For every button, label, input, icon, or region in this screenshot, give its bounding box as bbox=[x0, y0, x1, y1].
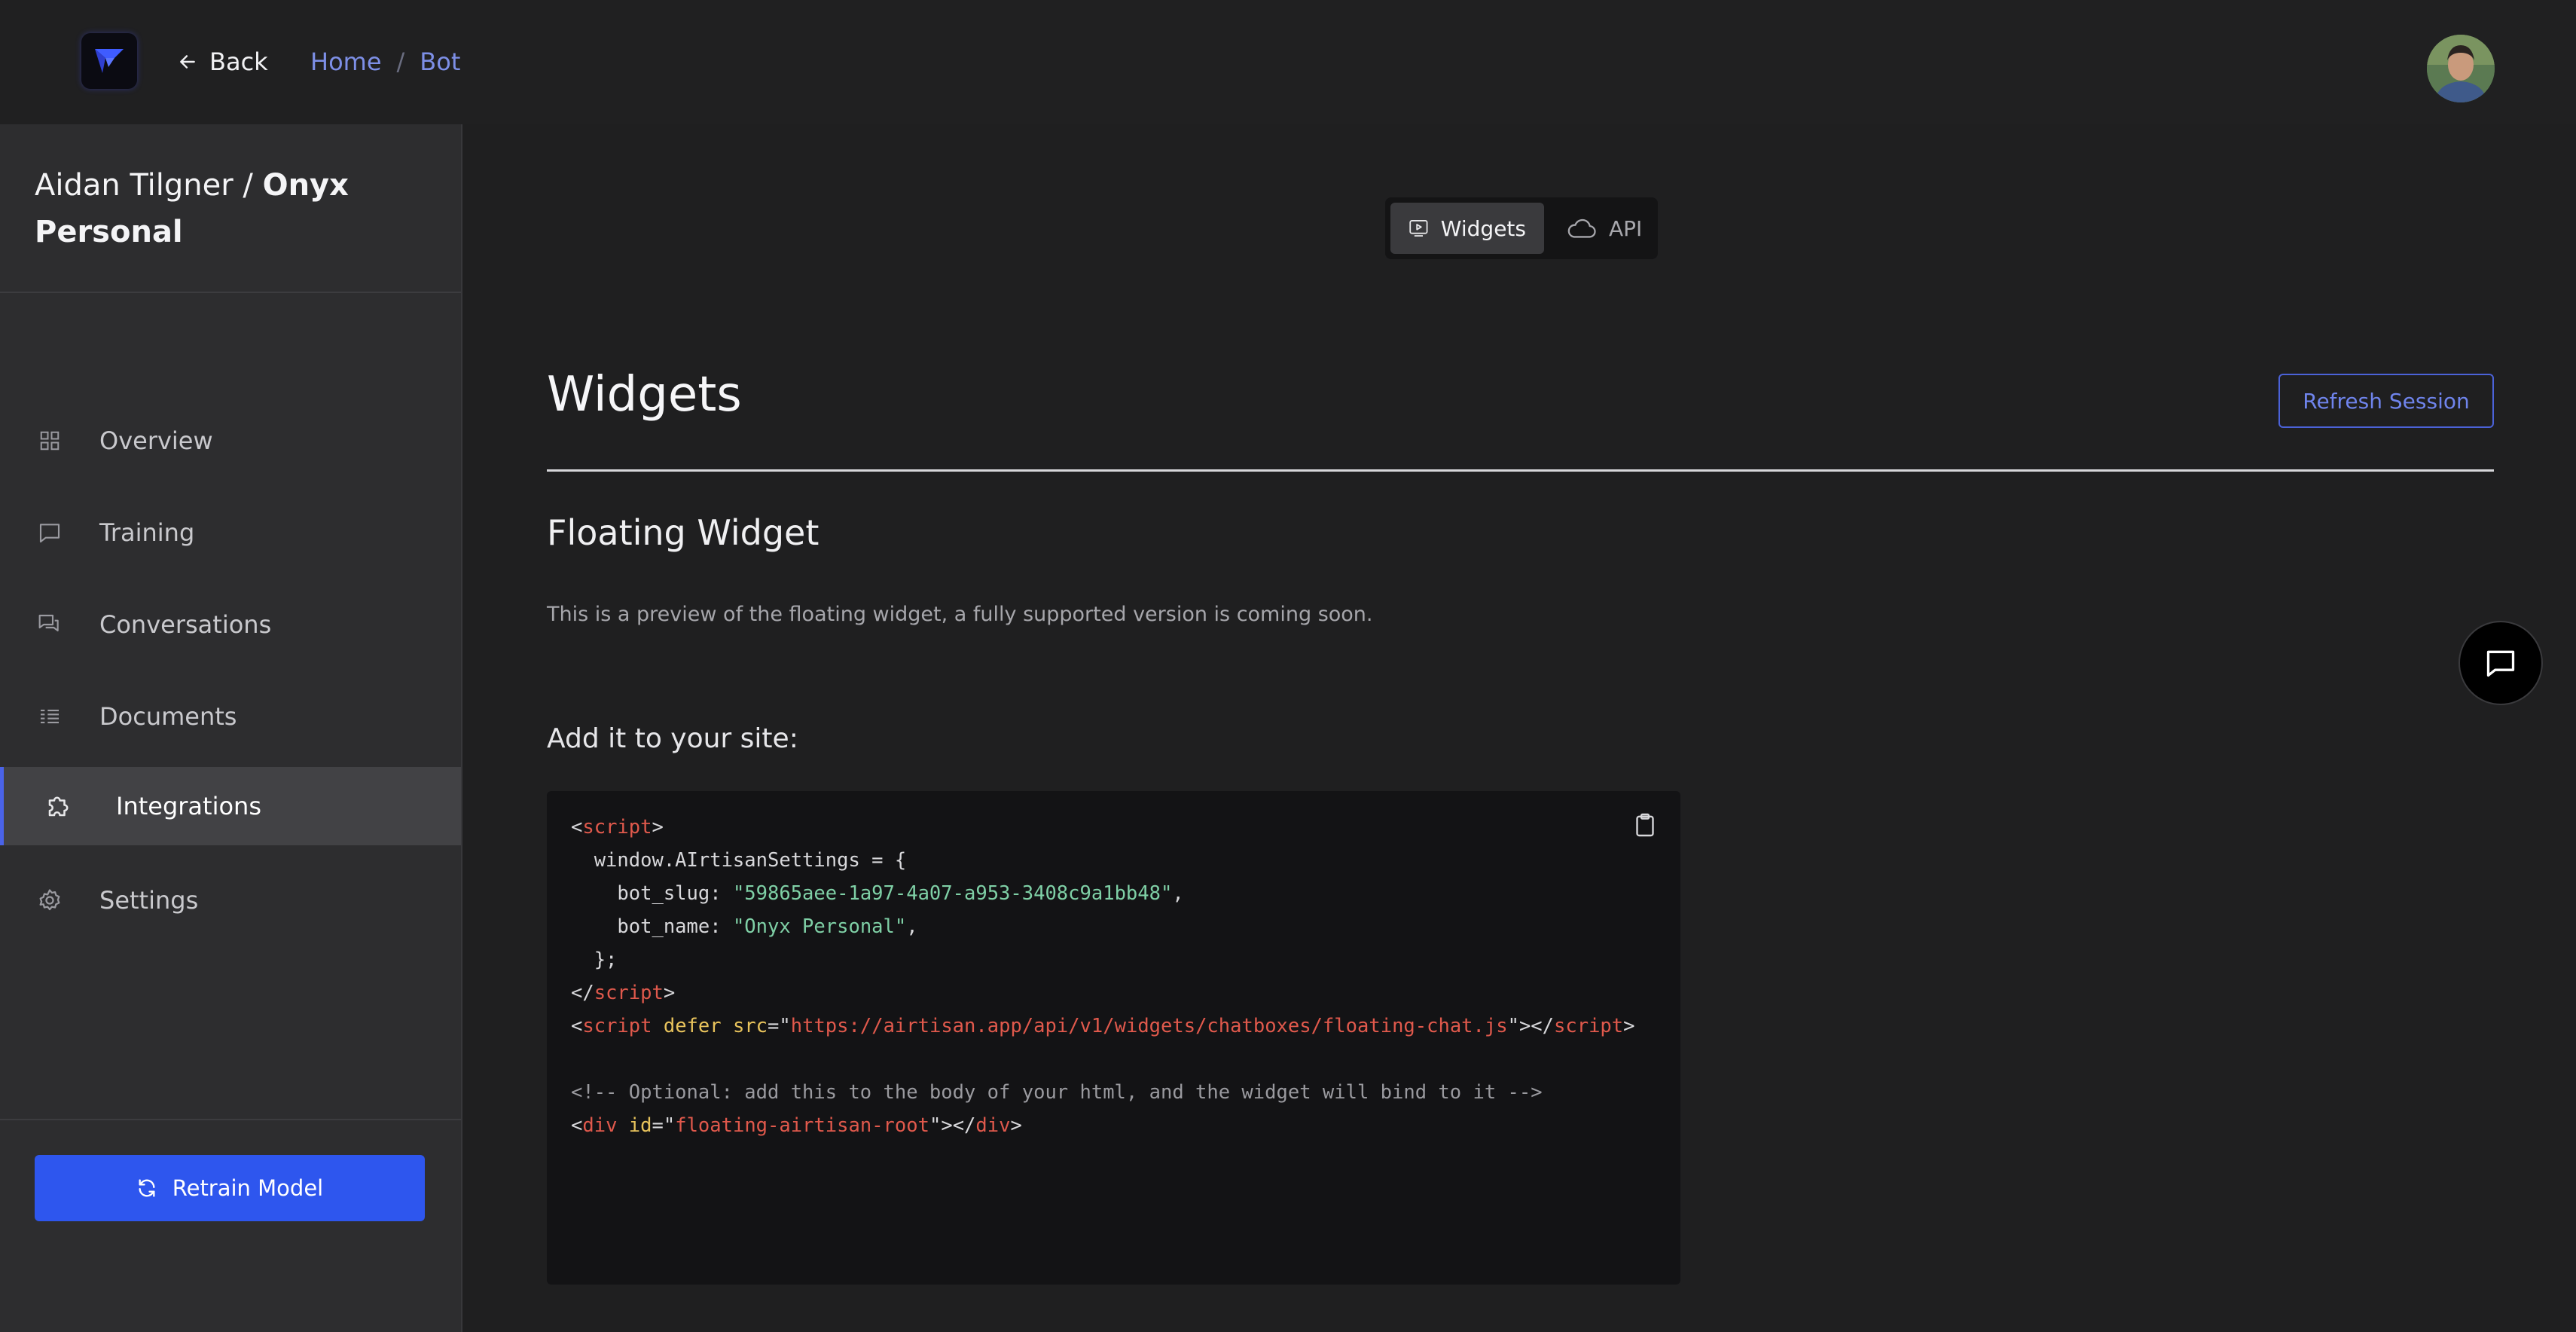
tab-label: API bbox=[1609, 215, 1643, 241]
code-line: <script defer src="https://airtisan.app/… bbox=[571, 1015, 1635, 1037]
code-line: </script> bbox=[571, 982, 676, 1004]
tab-label: Widgets bbox=[1440, 215, 1526, 241]
code-comment: <!-- Optional: add this to the body of y… bbox=[571, 1081, 1543, 1104]
top-bar: Back Home / Bot bbox=[0, 0, 2576, 124]
code-line: }; bbox=[571, 949, 618, 971]
tab-api[interactable]: API bbox=[1549, 203, 1660, 254]
sidebar-item-integrations[interactable]: Integrations bbox=[0, 767, 461, 845]
owner-name: Aidan Tilgner bbox=[35, 168, 233, 203]
page-title: Widgets bbox=[547, 367, 742, 423]
sidebar-item-conversations[interactable]: Conversations bbox=[0, 585, 461, 664]
code-bot-name: "Onyx Personal" bbox=[732, 915, 907, 938]
code-line: <script> bbox=[571, 816, 664, 839]
tab-widgets[interactable]: Widgets bbox=[1390, 203, 1544, 254]
sidebar-item-label: Conversations bbox=[99, 610, 272, 639]
breadcrumb-bot[interactable]: Bot bbox=[420, 47, 460, 76]
sidebar-item-settings[interactable]: Settings bbox=[0, 861, 461, 939]
sidebar-item-label: Overview bbox=[99, 426, 213, 455]
logo-icon bbox=[95, 49, 124, 73]
code-line: bot_slug: "59865aee-1a97-4a07-a953-3408c… bbox=[571, 882, 1184, 905]
puzzle-icon bbox=[45, 793, 72, 820]
messages-icon bbox=[36, 611, 63, 638]
cloud-icon bbox=[1567, 218, 1596, 238]
sidebar-divider bbox=[0, 292, 461, 293]
grid-icon bbox=[36, 427, 63, 454]
breadcrumb-separator: / bbox=[396, 47, 405, 76]
sidebar-item-label: Training bbox=[99, 518, 195, 547]
back-label: Back bbox=[209, 47, 268, 76]
add-to-site-heading: Add it to your site: bbox=[547, 723, 798, 754]
code-line: bot_name: "Onyx Personal", bbox=[571, 915, 918, 938]
breadcrumb-home[interactable]: Home bbox=[310, 47, 382, 76]
avatar-image bbox=[2427, 35, 2495, 102]
video-icon bbox=[1409, 220, 1428, 237]
avatar[interactable] bbox=[2427, 35, 2495, 102]
title-divider bbox=[547, 469, 2494, 472]
section-description: This is a preview of the floating widget… bbox=[547, 603, 1373, 626]
floating-chat-button[interactable] bbox=[2458, 621, 2543, 705]
app-logo[interactable] bbox=[81, 33, 137, 89]
sidebar-item-label: Integrations bbox=[116, 792, 261, 820]
breadcrumb: Home / Bot bbox=[310, 42, 460, 81]
code-script-src: https://airtisan.app/api/v1/widgets/chat… bbox=[790, 1015, 1508, 1037]
list-icon bbox=[36, 703, 63, 730]
section-title: Floating Widget bbox=[547, 512, 819, 553]
embed-code-block[interactable]: <script> window.AIrtisanSettings = { bot… bbox=[547, 791, 1680, 1285]
code-root-id: floating-airtisan-root bbox=[675, 1114, 929, 1137]
refresh-icon bbox=[139, 1179, 155, 1197]
message-square-icon bbox=[36, 519, 63, 546]
retrain-label: Retrain Model bbox=[172, 1175, 324, 1201]
integration-tabs: Widgets API bbox=[1385, 197, 1658, 259]
sidebar-item-training[interactable]: Training bbox=[0, 493, 461, 572]
retrain-model-button[interactable]: Retrain Model bbox=[35, 1155, 425, 1221]
sidebar-item-label: Settings bbox=[99, 886, 199, 915]
code-line: <div id="floating-airtisan-root"></div> bbox=[571, 1114, 1022, 1137]
project-separator: / bbox=[233, 168, 263, 203]
clipboard-icon bbox=[1636, 813, 1654, 837]
sidebar-item-label: Documents bbox=[99, 702, 237, 731]
chat-icon bbox=[2486, 650, 2515, 677]
code-bot-slug: "59865aee-1a97-4a07-a953-3408c9a1bb48" bbox=[732, 882, 1173, 905]
back-button[interactable]: Back bbox=[178, 42, 268, 81]
sidebar-divider bbox=[0, 1119, 461, 1120]
copy-code-button[interactable] bbox=[1631, 810, 1659, 840]
refresh-session-button[interactable]: Refresh Session bbox=[2278, 374, 2494, 428]
main-content: Widgets API Widgets Refresh Session Floa… bbox=[462, 124, 2576, 1332]
sidebar: Aidan Tilgner / Onyx Personal Overview T… bbox=[0, 124, 462, 1332]
sidebar-item-documents[interactable]: Documents bbox=[0, 677, 461, 756]
sidebar-item-overview[interactable]: Overview bbox=[0, 402, 461, 480]
project-title: Aidan Tilgner / Onyx Personal bbox=[35, 162, 426, 255]
code-line: window.AIrtisanSettings = { bbox=[571, 849, 907, 872]
gear-icon bbox=[36, 887, 63, 914]
arrow-left-icon bbox=[180, 55, 195, 69]
